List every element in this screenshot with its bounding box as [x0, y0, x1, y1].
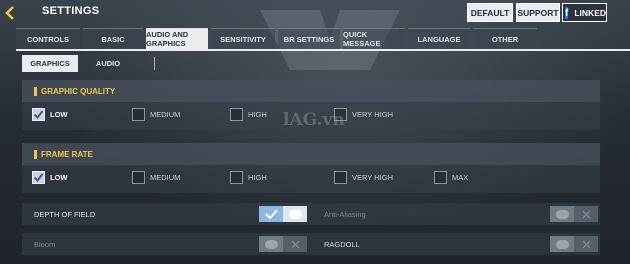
check-icon	[33, 110, 44, 120]
watermark-logo: lAG.vn	[283, 110, 345, 130]
toggle-row: DEPTH OF FIELD Anti-Aliasing	[22, 203, 600, 225]
fr-option-high[interactable]: HIGH	[230, 171, 267, 184]
checkbox[interactable]	[230, 171, 243, 184]
gq-option-medium[interactable]: MEDIUM	[132, 108, 180, 121]
option-label: MEDIUM	[150, 110, 181, 119]
section-marker	[34, 86, 37, 96]
bloom-toggle[interactable]	[259, 236, 307, 252]
option-label: MEDIUM	[150, 173, 181, 182]
subtab-divider	[154, 56, 155, 70]
tab-quick-message[interactable]: QUICK MESSAGE	[343, 28, 405, 49]
subtab-graphics[interactable]: GRAPHICS	[22, 54, 78, 72]
main-tabs: CONTROLS BASIC AUDIO AND GRAPHICS SENSIT…	[16, 28, 540, 49]
depth-of-field-toggle[interactable]	[259, 206, 307, 222]
check-icon	[264, 209, 278, 219]
frame-rate-header: FRAME RATE	[22, 143, 600, 165]
checkbox[interactable]	[132, 171, 145, 184]
close-icon	[582, 210, 590, 218]
linked-button[interactable]: f LINKED	[562, 3, 607, 22]
toggle-knob	[555, 239, 569, 249]
frame-rate-options: LOW MEDIUM HIGH VERY HIGH MAX	[22, 165, 600, 193]
bloom-label: Bloom	[34, 240, 56, 249]
gq-option-low[interactable]: LOW	[32, 108, 68, 121]
option-label: VERY HIGH	[352, 173, 393, 182]
checkbox[interactable]	[230, 108, 243, 121]
option-label: HIGH	[248, 173, 267, 182]
option-label: VERY HIGH	[352, 110, 393, 119]
tab-sensitivity[interactable]: SENSITIVITY	[211, 28, 275, 49]
toggle-row: Bloom RAGDOLL	[22, 233, 600, 255]
checkbox-checked[interactable]	[32, 108, 45, 121]
tab-controls[interactable]: CONTROLS	[16, 28, 80, 49]
support-button[interactable]: SUPPORT	[516, 3, 560, 22]
toggle-off-segment	[283, 206, 307, 222]
tab-br-settings[interactable]: BR SETTINGS	[278, 28, 340, 49]
checkbox[interactable]	[132, 108, 145, 121]
gq-option-high[interactable]: HIGH	[230, 108, 267, 121]
tabs-underline	[16, 49, 630, 51]
page-title: SETTINGS	[42, 5, 100, 17]
depth-of-field-label: DEPTH OF FIELD	[34, 210, 96, 219]
toggle-on-segment	[550, 206, 574, 222]
checkbox[interactable]	[434, 171, 447, 184]
toggle-off-segment	[283, 236, 307, 252]
tab-other[interactable]: OTHER	[473, 28, 537, 49]
close-icon	[582, 240, 590, 248]
toggle-off-segment	[574, 236, 598, 252]
back-button[interactable]	[4, 4, 38, 22]
checkbox-checked[interactable]	[32, 171, 45, 184]
toggle-on-segment	[259, 206, 283, 222]
graphic-quality-title: GRAPHIC QUALITY	[41, 86, 116, 96]
frame-rate-title: FRAME RATE	[41, 149, 93, 159]
anti-aliasing-toggle[interactable]	[550, 206, 598, 222]
toggle-off-segment	[574, 206, 598, 222]
ragdoll-toggle[interactable]	[550, 236, 598, 252]
toggle-knob	[264, 239, 278, 249]
ragdoll-label: RAGDOLL	[324, 240, 360, 249]
check-icon	[33, 173, 44, 183]
toggle-knob	[288, 209, 302, 219]
toggle-knob	[555, 209, 569, 219]
option-label: LOW	[50, 110, 68, 119]
frame-rate-panel: FRAME RATE LOW MEDIUM HIGH VERY HIGH MAX	[22, 143, 600, 193]
tab-language[interactable]: LANGUAGE	[408, 28, 470, 49]
graphic-quality-header: GRAPHIC QUALITY	[22, 80, 600, 102]
default-button[interactable]: DEFAULT	[467, 3, 513, 22]
top-bar: SETTINGS DEFAULT SUPPORT f LINKED	[0, 0, 630, 26]
option-label: MAX	[452, 173, 469, 182]
toggle-on-segment	[259, 236, 283, 252]
fr-option-max[interactable]: MAX	[434, 171, 468, 184]
linked-label: LINKED	[574, 7, 606, 18]
option-label: LOW	[50, 173, 68, 182]
subtab-audio[interactable]: AUDIO	[78, 55, 138, 72]
back-chevron-icon	[5, 6, 14, 20]
fr-option-medium[interactable]: MEDIUM	[132, 171, 180, 184]
section-marker	[34, 149, 37, 159]
option-label: HIGH	[248, 110, 267, 119]
fr-option-low[interactable]: LOW	[32, 171, 68, 184]
facebook-icon: f	[565, 6, 569, 19]
tab-basic[interactable]: BASIC	[83, 28, 143, 49]
sub-tabs: GRAPHICS AUDIO	[22, 54, 155, 72]
tab-audio-and-graphics[interactable]: AUDIO AND GRAPHICS	[146, 28, 208, 49]
checkbox[interactable]	[334, 171, 347, 184]
close-icon	[291, 240, 299, 248]
anti-aliasing-label: Anti-Aliasing	[324, 210, 366, 219]
fr-option-very-high[interactable]: VERY HIGH	[334, 171, 393, 184]
toggle-on-segment	[550, 236, 574, 252]
